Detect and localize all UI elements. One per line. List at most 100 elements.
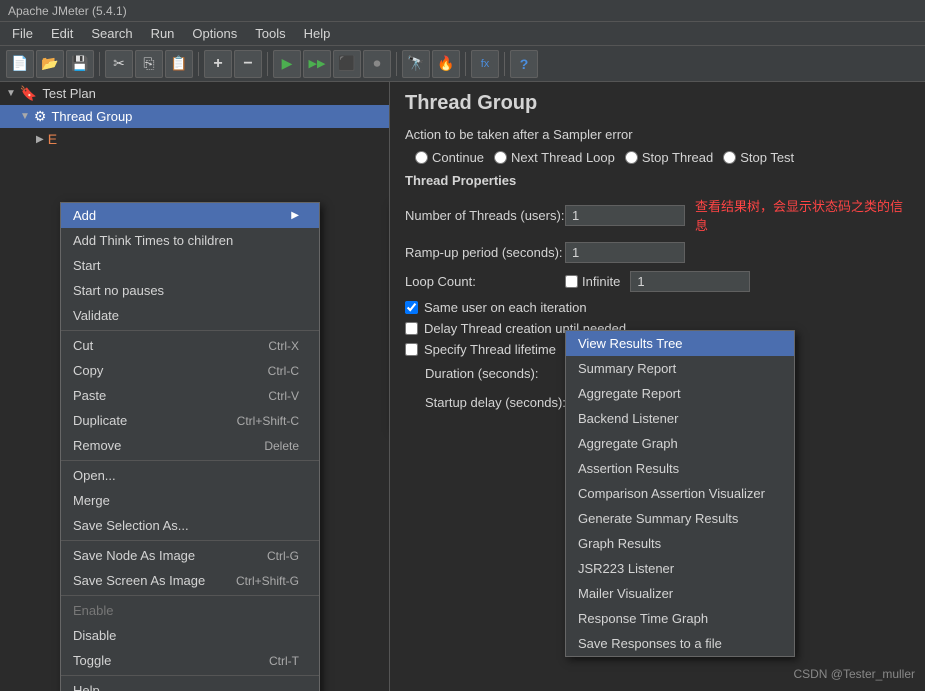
listener-jsr223[interactable]: JSR223 Listener: [566, 556, 794, 581]
ctx-cut[interactable]: Cut Ctrl-X: [61, 333, 319, 358]
listener-backend-listener[interactable]: Backend Listener: [566, 406, 794, 431]
ramp-up-input[interactable]: [565, 242, 685, 263]
ctx-add[interactable]: Add ▶: [61, 203, 319, 228]
ctx-open[interactable]: Open...: [61, 463, 319, 488]
start-button[interactable]: ▶: [273, 50, 301, 78]
radio-next-thread-input[interactable]: [494, 151, 507, 164]
stop-button[interactable]: ⬛: [333, 50, 361, 78]
ctx-sep4: [61, 595, 319, 596]
save-button[interactable]: 💾: [66, 50, 94, 78]
expand-button[interactable]: +: [204, 50, 232, 78]
radio-stop-thread[interactable]: Stop Thread: [625, 150, 713, 165]
tree-item-threadgroup[interactable]: ▼ ⚙ Thread Group: [0, 105, 389, 128]
listener-view-results-tree-label: View Results Tree: [578, 336, 683, 351]
arrow-threadgroup: ▼: [20, 111, 30, 122]
ctx-disable[interactable]: Disable: [61, 623, 319, 648]
ctx-duplicate[interactable]: Duplicate Ctrl+Shift-C: [61, 408, 319, 433]
listener-view-results-tree[interactable]: View Results Tree: [566, 331, 794, 356]
action-row: Action to be taken after a Sampler error: [405, 127, 910, 142]
collapse-button[interactable]: −: [234, 50, 262, 78]
radio-continue[interactable]: Continue: [415, 150, 484, 165]
delay-startup-checkbox[interactable]: [405, 322, 418, 335]
ctx-start-no-pauses[interactable]: Start no pauses: [61, 278, 319, 303]
ctx-help[interactable]: Help: [61, 678, 319, 691]
ctx-toggle-label: Toggle: [73, 653, 111, 668]
menu-options[interactable]: Options: [184, 24, 245, 43]
icon-testplan: 🔖: [20, 85, 37, 102]
label-testplan: Test Plan: [42, 86, 95, 101]
radio-next-thread-label: Next Thread Loop: [511, 150, 615, 165]
tree-item-e[interactable]: ▶ E: [0, 128, 389, 150]
radio-continue-label: Continue: [432, 150, 484, 165]
new-button[interactable]: 📄: [6, 50, 34, 78]
binoculars-button[interactable]: 🔭: [402, 50, 430, 78]
ctx-add-think-times[interactable]: Add Think Times to children: [61, 228, 319, 253]
specify-lifetime-checkbox[interactable]: [405, 343, 418, 356]
sep2: [198, 52, 199, 76]
ctx-copy[interactable]: Copy Ctrl-C: [61, 358, 319, 383]
ctx-start[interactable]: Start: [61, 253, 319, 278]
ctx-paste[interactable]: Paste Ctrl-V: [61, 383, 319, 408]
ctx-remove[interactable]: Remove Delete: [61, 433, 319, 458]
menu-search[interactable]: Search: [83, 24, 140, 43]
listener-response-time-graph[interactable]: Response Time Graph: [566, 606, 794, 631]
listener-generate-summary[interactable]: Generate Summary Results: [566, 506, 794, 531]
paste-button[interactable]: 📋: [165, 50, 193, 78]
infinite-label: Infinite: [582, 274, 620, 289]
shutdown-button[interactable]: ⏺: [363, 50, 391, 78]
ctx-sep1: [61, 330, 319, 331]
listener-save-responses[interactable]: Save Responses to a file: [566, 631, 794, 656]
loop-count-input[interactable]: [630, 271, 750, 292]
menu-file[interactable]: File: [4, 24, 41, 43]
listener-graph-results-label: Graph Results: [578, 536, 661, 551]
num-threads-input[interactable]: [565, 205, 685, 226]
radio-next-thread[interactable]: Next Thread Loop: [494, 150, 615, 165]
listener-assertion-results[interactable]: Assertion Results: [566, 456, 794, 481]
radio-stop-test-label: Stop Test: [740, 150, 794, 165]
listener-aggregate-graph[interactable]: Aggregate Graph: [566, 431, 794, 456]
radio-stop-test-input[interactable]: [723, 151, 736, 164]
help-icon-button[interactable]: ?: [510, 50, 538, 78]
flame-button[interactable]: 🔥: [432, 50, 460, 78]
ctx-save-screen-image[interactable]: Save Screen As Image Ctrl+Shift-G: [61, 568, 319, 593]
ctx-save-selection[interactable]: Save Selection As...: [61, 513, 319, 538]
listener-comparison-assertion[interactable]: Comparison Assertion Visualizer: [566, 481, 794, 506]
tree-item-testplan[interactable]: ▼ 🔖 Test Plan: [0, 82, 389, 105]
ctx-add-arrow: ▶: [291, 210, 299, 221]
radio-stop-test[interactable]: Stop Test: [723, 150, 794, 165]
ctx-add-think-times-label: Add Think Times to children: [73, 233, 233, 248]
listener-summary-report[interactable]: Summary Report: [566, 356, 794, 381]
menu-tools[interactable]: Tools: [247, 24, 293, 43]
ctx-copy-label: Copy: [73, 363, 103, 378]
ctx-enable: Enable: [61, 598, 319, 623]
same-user-checkbox[interactable]: [405, 301, 418, 314]
ctx-start-label: Start: [73, 258, 100, 273]
ctx-toggle[interactable]: Toggle Ctrl-T: [61, 648, 319, 673]
toolbar: 📄 📂 💾 ✂ ⎘ 📋 + − ▶ ▶▶ ⬛ ⏺ 🔭 🔥 fx ?: [0, 46, 925, 82]
menu-run[interactable]: Run: [143, 24, 183, 43]
same-user-label: Same user on each iteration: [424, 300, 587, 315]
radio-stop-thread-input[interactable]: [625, 151, 638, 164]
menu-help[interactable]: Help: [296, 24, 339, 43]
menu-edit[interactable]: Edit: [43, 24, 81, 43]
ctx-validate[interactable]: Validate: [61, 303, 319, 328]
listener-comparison-assertion-label: Comparison Assertion Visualizer: [578, 486, 765, 501]
copy-button[interactable]: ⎘: [135, 50, 163, 78]
menu-bar: File Edit Search Run Options Tools Help: [0, 22, 925, 46]
listener-response-time-graph-label: Response Time Graph: [578, 611, 708, 626]
loop-count-label: Loop Count:: [405, 274, 565, 289]
sep1: [99, 52, 100, 76]
ctx-merge[interactable]: Merge: [61, 488, 319, 513]
start-no-pause-button[interactable]: ▶▶: [303, 50, 331, 78]
listener-mailer[interactable]: Mailer Visualizer: [566, 581, 794, 606]
function-button[interactable]: fx: [471, 50, 499, 78]
cut-button[interactable]: ✂: [105, 50, 133, 78]
listener-graph-results[interactable]: Graph Results: [566, 531, 794, 556]
infinite-checkbox[interactable]: [565, 275, 578, 288]
listener-aggregate-report[interactable]: Aggregate Report: [566, 381, 794, 406]
sep5: [465, 52, 466, 76]
ctx-cut-label: Cut: [73, 338, 93, 353]
open-button[interactable]: 📂: [36, 50, 64, 78]
radio-continue-input[interactable]: [415, 151, 428, 164]
ctx-save-node-image[interactable]: Save Node As Image Ctrl-G: [61, 543, 319, 568]
